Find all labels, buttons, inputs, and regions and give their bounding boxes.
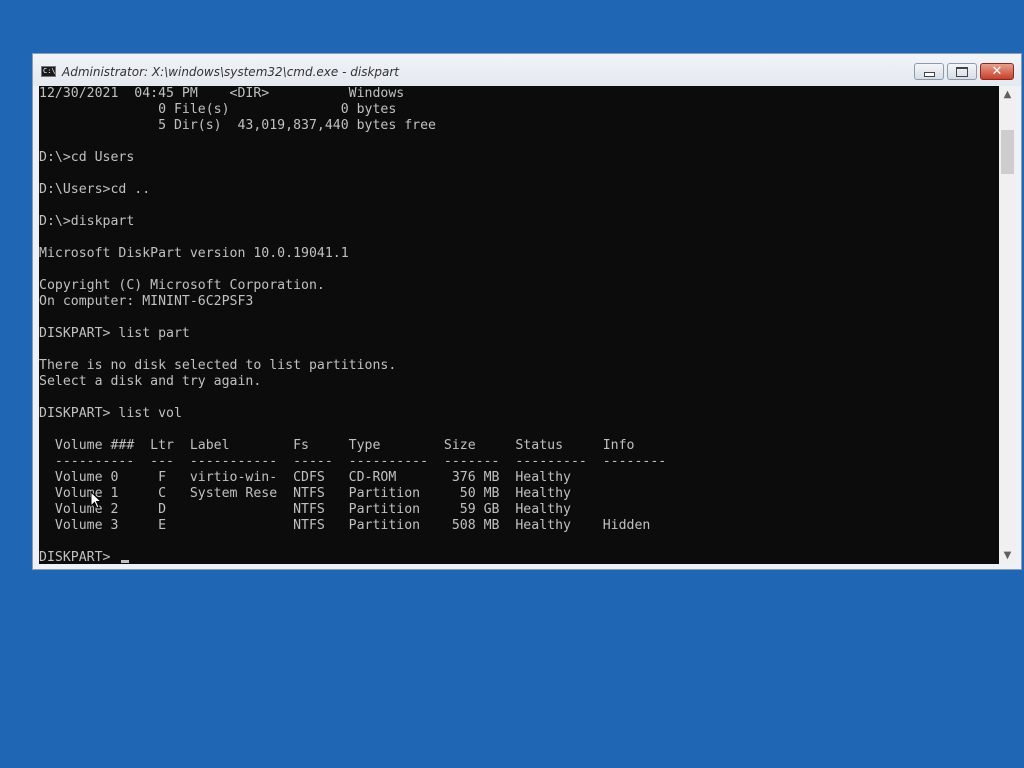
console-line: D:\>diskpart — [39, 214, 135, 229]
scrollbar-thumb[interactable] — [1001, 130, 1014, 174]
desktop-background: C:\ Administrator: X:\windows\system32\c… — [0, 0, 1024, 768]
cmd-app-icon[interactable]: C:\ — [41, 66, 56, 77]
console-line: Volume ### Ltr Label Fs Type Size Status… — [39, 438, 635, 453]
console-line: Select a disk and try again. — [39, 374, 262, 389]
console-output-area[interactable]: 12/30/2021 04:45 PM <DIR> Windows 0 File… — [39, 86, 999, 564]
window-title: Administrator: X:\windows\system32\cmd.e… — [62, 65, 400, 79]
minimize-icon — [923, 72, 935, 77]
console-line: D:\>cd Users — [39, 150, 135, 165]
maximize-icon — [956, 66, 968, 77]
console-line: DISKPART> list vol — [39, 406, 182, 421]
console-line: 12/30/2021 04:45 PM <DIR> Windows — [39, 86, 405, 101]
scroll-down-icon[interactable]: ▼ — [999, 547, 1016, 564]
console-line: ---------- --- ----------- ----- -------… — [39, 454, 667, 469]
console-line: There is no disk selected to list partit… — [39, 358, 397, 373]
text-cursor — [121, 560, 129, 563]
title-bar[interactable]: C:\ Administrator: X:\windows\system32\c… — [33, 54, 1021, 86]
console-line: Volume 0 F virtio-win- CDFS CD-ROM 376 M… — [39, 470, 571, 485]
maximize-button[interactable] — [947, 63, 977, 80]
console-line: D:\Users>cd .. — [39, 182, 151, 197]
console-line: 0 File(s) 0 bytes — [39, 102, 397, 117]
console-line: Volume 2 D NTFS Partition 59 GB Healthy — [39, 502, 571, 517]
console-line: On computer: MININT-6C2PSF3 — [39, 294, 254, 309]
console-line: 5 Dir(s) 43,019,837,440 bytes free — [39, 118, 436, 133]
scroll-up-icon[interactable]: ▲ — [999, 86, 1016, 103]
console-line: Copyright (C) Microsoft Corporation. — [39, 278, 325, 293]
console-line: Microsoft DiskPart version 10.0.19041.1 — [39, 246, 349, 261]
console-line: DISKPART> — [39, 550, 119, 564]
vertical-scrollbar[interactable]: ▲ ▼ — [999, 86, 1016, 564]
close-icon: ✕ — [991, 64, 1003, 79]
minimize-button[interactable] — [914, 63, 944, 80]
console-text: 12/30/2021 04:45 PM <DIR> Windows 0 File… — [39, 86, 666, 564]
console-line: DISKPART> list part — [39, 326, 190, 341]
cmd-window[interactable]: C:\ Administrator: X:\windows\system32\c… — [32, 53, 1022, 570]
console-line: Volume 1 C System Rese NTFS Partition 50… — [39, 486, 571, 501]
console-line: Volume 3 E NTFS Partition 508 MB Healthy… — [39, 518, 651, 533]
close-button[interactable]: ✕ — [980, 63, 1014, 80]
mouse-pointer-icon — [90, 491, 102, 509]
